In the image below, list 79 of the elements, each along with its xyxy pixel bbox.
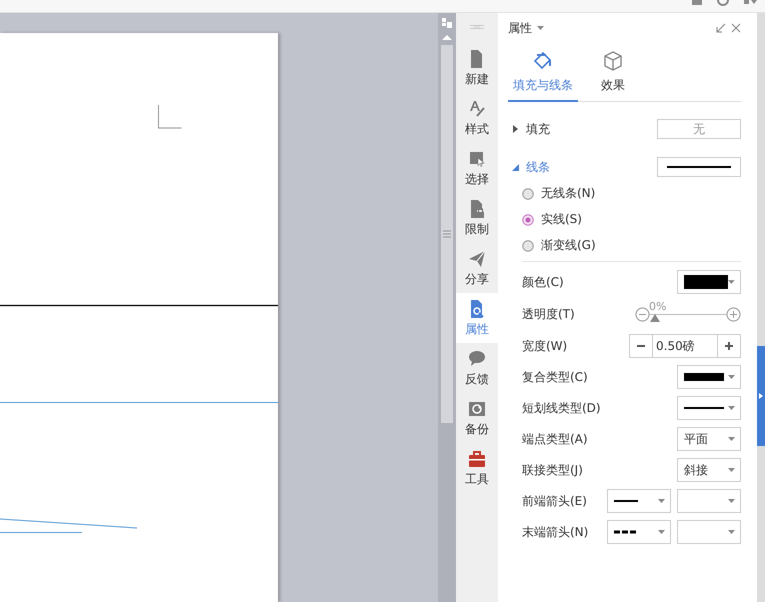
dropdown[interactable]: 斜接 (677, 458, 741, 482)
sidebar-item[interactable]: 分享 (456, 243, 498, 293)
property-label: 前端箭头(E) (522, 492, 587, 510)
arrow-right-icon (759, 393, 763, 399)
sidebar-item[interactable]: 选择 (456, 143, 498, 193)
minus-circle-icon[interactable] (635, 306, 650, 322)
tab[interactable]: 效果 (578, 49, 648, 101)
color-swatch (684, 275, 728, 289)
plus-icon (724, 341, 734, 351)
radio-button[interactable] (522, 188, 534, 200)
expand-icon (512, 125, 520, 133)
edit-icon[interactable] (717, 0, 729, 6)
property-label: 末端箭头(N) (522, 524, 588, 540)
sidebar-item[interactable]: 备份 (456, 393, 498, 443)
property-label: 透明度(T) (522, 306, 575, 322)
section-header[interactable]: 填充 (512, 120, 550, 138)
caret-icon (728, 375, 735, 379)
property-label: 颜色(C) (522, 274, 564, 290)
sidebar-item[interactable]: 反馈 (456, 343, 498, 393)
width-stepper[interactable]: 0.50磅 (629, 334, 741, 358)
line-style-icon (684, 404, 724, 412)
tab[interactable]: 填充与线条 (508, 49, 578, 102)
compound-type-dropdown[interactable] (677, 365, 741, 389)
radio-label: 渐变线(G) (541, 237, 596, 254)
window-icon[interactable] (691, 0, 703, 6)
caret-icon (658, 499, 665, 503)
property-label: 复合类型(C) (522, 368, 588, 386)
line-style-icon (614, 528, 638, 536)
slider-thumb[interactable] (650, 314, 660, 322)
menu-icon[interactable] (743, 0, 757, 6)
slider-reading: 0% (649, 300, 666, 313)
caret-icon (658, 530, 665, 534)
caret-icon (728, 437, 735, 441)
section-header[interactable]: 线条 (512, 158, 550, 176)
text-style-icon (467, 98, 487, 118)
corner-mark (158, 104, 182, 128)
property-label: 宽度(W) (522, 338, 568, 354)
dropdown[interactable]: 平面 (677, 427, 741, 451)
close-icon[interactable] (731, 23, 741, 33)
sidebar-item[interactable]: 工具 (456, 443, 498, 493)
color-dropdown[interactable] (677, 270, 741, 294)
panel-toggle-tab[interactable] (757, 346, 765, 446)
collapse-icon (512, 163, 520, 171)
line-style-icon (667, 163, 731, 171)
paper-plane-icon (467, 248, 487, 268)
line-style-icon (684, 373, 724, 381)
caret-icon (728, 468, 735, 472)
caret-icon (728, 499, 735, 503)
line-style-icon (614, 497, 638, 505)
caret-icon (728, 530, 735, 534)
drag-handle-icon[interactable] (470, 25, 484, 29)
radio-label: 无线条(N) (541, 185, 596, 202)
toolbox-icon (467, 448, 487, 468)
grip-icon (443, 230, 451, 238)
plus-circle-icon[interactable] (726, 306, 741, 322)
property-label: 端点类型(A) (522, 430, 588, 448)
scroll-up-icon[interactable] (441, 33, 453, 41)
sidebar-item[interactable]: 样式 (456, 93, 498, 143)
caret-icon (537, 26, 544, 30)
layout-icon[interactable] (441, 17, 453, 29)
line-preview-field[interactable] (657, 157, 741, 177)
panel-title[interactable]: 属性 (508, 20, 532, 36)
radio-button[interactable] (522, 214, 534, 226)
dock-arrow-icon[interactable] (716, 23, 726, 33)
sidebar-item[interactable]: 属性 (456, 293, 498, 343)
dash-type-dropdown[interactable] (677, 396, 741, 420)
radio-label: 实线(S) (541, 211, 582, 228)
property-label: 短划线类型(D) (522, 400, 601, 416)
caret-icon (728, 406, 735, 410)
radio-button[interactable] (522, 240, 534, 252)
property-label: 联接类型(J) (522, 462, 583, 478)
arrow-style-dropdown[interactable] (607, 489, 671, 513)
sidebar-item[interactable]: 限制 (456, 193, 498, 243)
sidebar-item[interactable]: 新建 (456, 43, 498, 93)
width-input[interactable]: 0.50磅 (652, 335, 718, 357)
speech-bubble-icon (467, 348, 487, 368)
caret-icon (728, 280, 735, 284)
arrow-style-dropdown[interactable] (607, 520, 671, 544)
scrollbar-thumb[interactable] (441, 45, 453, 423)
